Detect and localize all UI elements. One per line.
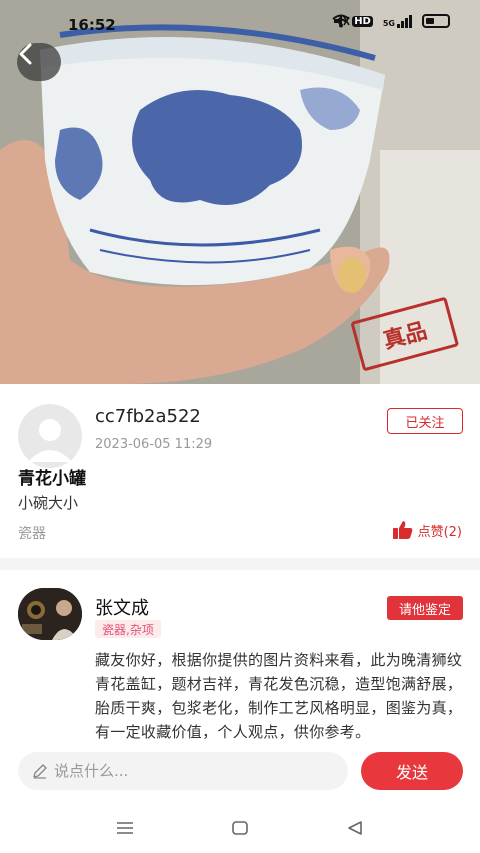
- like-count: 点赞(2): [417, 524, 462, 540]
- back-button[interactable]: [17, 43, 61, 81]
- comment-input-container[interactable]: [18, 752, 348, 790]
- answer-text: 藏友你好，根据你提供的图片资料来看，此为晚清狮纹青花盖缸，题材吉祥，青花发色沉稳…: [95, 651, 463, 741]
- network-label: 5G: [382, 18, 395, 28]
- post-category: 瓷器: [18, 526, 46, 542]
- post-time: 2023-06-05 11:29: [95, 437, 213, 452]
- comment-input[interactable]: [54, 762, 314, 780]
- status-time: 16:52: [68, 16, 116, 34]
- expert-name[interactable]: 张文成: [95, 594, 149, 620]
- follow-button[interactable]: 已关注: [387, 408, 463, 434]
- post-title: 青花小罐: [18, 469, 86, 489]
- user-avatar[interactable]: [18, 404, 82, 468]
- back-triangle-icon[interactable]: [346, 820, 364, 836]
- post-card: cc7fb2a522 2023-06-05 11:29 已关注 青花小罐 小碗大…: [0, 384, 480, 558]
- thumbs-up-icon: [392, 521, 412, 539]
- status-bar: 16:52 HD 5G: [0, 0, 480, 50]
- expert-avatar-image: [18, 588, 82, 640]
- default-avatar-icon: [28, 419, 72, 462]
- pencil-icon: [33, 764, 47, 779]
- screen: 真品 16:52 HD 5G cc7fb2a522 2023-06-05 11:…: [0, 0, 480, 853]
- system-nav-bar: [0, 808, 480, 853]
- request-appraisal-button[interactable]: 请他鉴定: [387, 596, 463, 620]
- expert-specialty-tag: 瓷器,杂项: [95, 620, 161, 638]
- send-button[interactable]: 发送: [361, 752, 463, 790]
- signal-5g-icon: 5G: [382, 14, 412, 28]
- post-description: 小碗大小: [18, 494, 79, 512]
- hero-photo: 真品 16:52 HD 5G: [0, 0, 480, 384]
- chevron-left-icon: [19, 43, 32, 65]
- home-icon[interactable]: [231, 820, 249, 836]
- username[interactable]: cc7fb2a522: [95, 406, 201, 427]
- battery-icon: [422, 14, 450, 28]
- status-icons: HD 5G: [332, 14, 450, 28]
- menu-icon[interactable]: [116, 820, 134, 836]
- hd-icon: HD: [352, 15, 373, 27]
- like-button[interactable]: 点赞(2): [392, 520, 462, 540]
- expert-avatar[interactable]: [18, 588, 82, 640]
- bowl-photo: 真品: [0, 0, 480, 384]
